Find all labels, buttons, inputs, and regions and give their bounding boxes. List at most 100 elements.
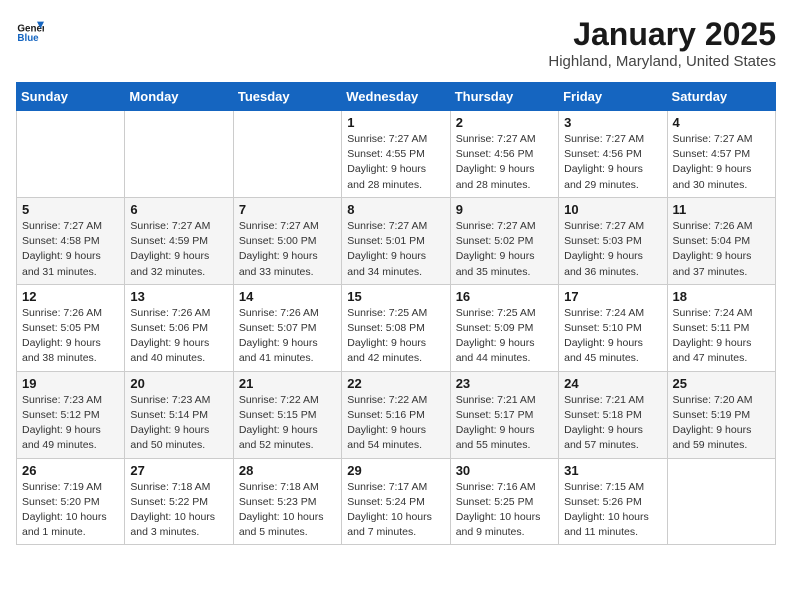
day-info: Sunrise: 7:27 AM Sunset: 4:56 PM Dayligh…: [456, 132, 553, 193]
day-number: 21: [239, 376, 336, 391]
day-number: 16: [456, 289, 553, 304]
day-info: Sunrise: 7:21 AM Sunset: 5:18 PM Dayligh…: [564, 393, 661, 454]
day-info: Sunrise: 7:21 AM Sunset: 5:17 PM Dayligh…: [456, 393, 553, 454]
calendar-cell: 10 Sunrise: 7:27 AM Sunset: 5:03 PM Dayli…: [559, 197, 667, 284]
calendar-cell: 13Sunrise: 7:26 AM Sunset: 5:06 PM Dayli…: [125, 284, 233, 371]
day-info: Sunrise: 7:15 AM Sunset: 5:26 PM Dayligh…: [564, 480, 661, 541]
day-number: 6: [130, 202, 227, 217]
month-title: January 2025: [548, 16, 776, 53]
day-info: Sunrise: 7:27 AM Sunset: 4:57 PM Dayligh…: [673, 132, 770, 193]
calendar-cell: 6Sunrise: 7:27 AM Sunset: 4:59 PM Daylig…: [125, 197, 233, 284]
day-info: Sunrise: 7:26 AM Sunset: 5:04 PM Dayligh…: [673, 219, 770, 280]
weekday-header-saturday: Saturday: [667, 83, 775, 111]
day-number: 7: [239, 202, 336, 217]
weekday-header-sunday: Sunday: [17, 83, 125, 111]
calendar-cell: 1Sunrise: 7:27 AM Sunset: 4:55 PM Daylig…: [342, 111, 450, 198]
day-number: 31: [564, 463, 661, 478]
day-number: 25: [673, 376, 770, 391]
weekday-header-wednesday: Wednesday: [342, 83, 450, 111]
day-number: 10: [564, 202, 661, 217]
calendar-cell: 3 Sunrise: 7:27 AM Sunset: 4:56 PM Daylig…: [559, 111, 667, 198]
day-number: 24: [564, 376, 661, 391]
day-info: Sunrise: 7:27 AM Sunset: 4:56 PM Dayligh…: [564, 132, 661, 193]
week-row-2: 5 Sunrise: 7:27 AM Sunset: 4:58 PM Daylig…: [17, 197, 776, 284]
day-info: Sunrise: 7:24 AM Sunset: 5:11 PM Dayligh…: [673, 306, 770, 367]
calendar-cell: 18 Sunrise: 7:24 AM Sunset: 5:11 PM Dayli…: [667, 284, 775, 371]
day-info: Sunrise: 7:27 AM Sunset: 5:00 PM Dayligh…: [239, 219, 336, 280]
day-info: Sunrise: 7:27 AM Sunset: 5:03 PM Dayligh…: [564, 219, 661, 280]
day-number: 28: [239, 463, 336, 478]
day-number: 12: [22, 289, 119, 304]
title-block: January 2025 Highland, Maryland, United …: [548, 16, 776, 70]
calendar-cell: [17, 111, 125, 198]
calendar-cell: 2 Sunrise: 7:27 AM Sunset: 4:56 PM Daylig…: [450, 111, 558, 198]
calendar-cell: 23 Sunrise: 7:21 AM Sunset: 5:17 PM Dayli…: [450, 371, 558, 458]
day-number: 2: [456, 115, 553, 130]
calendar-cell: [233, 111, 341, 198]
day-number: 19: [22, 376, 119, 391]
day-number: 13: [130, 289, 227, 304]
calendar-cell: 11Sunrise: 7:26 AM Sunset: 5:04 PM Dayli…: [667, 197, 775, 284]
calendar-cell: 24 Sunrise: 7:21 AM Sunset: 5:18 PM Dayli…: [559, 371, 667, 458]
day-info: Sunrise: 7:22 AM Sunset: 5:16 PM Dayligh…: [347, 393, 444, 454]
day-number: 29: [347, 463, 444, 478]
day-number: 22: [347, 376, 444, 391]
day-number: 27: [130, 463, 227, 478]
calendar-table: SundayMondayTuesdayWednesdayThursdayFrid…: [16, 82, 776, 545]
day-info: Sunrise: 7:22 AM Sunset: 5:15 PM Dayligh…: [239, 393, 336, 454]
day-info: Sunrise: 7:26 AM Sunset: 5:05 PM Dayligh…: [22, 306, 119, 367]
calendar-cell: 25 Sunrise: 7:20 AM Sunset: 5:19 PM Dayli…: [667, 371, 775, 458]
calendar-cell: 26Sunrise: 7:19 AM Sunset: 5:20 PM Dayli…: [17, 458, 125, 545]
calendar-cell: 9 Sunrise: 7:27 AM Sunset: 5:02 PM Daylig…: [450, 197, 558, 284]
day-info: Sunrise: 7:27 AM Sunset: 5:02 PM Dayligh…: [456, 219, 553, 280]
weekday-header-friday: Friday: [559, 83, 667, 111]
week-row-5: 26Sunrise: 7:19 AM Sunset: 5:20 PM Dayli…: [17, 458, 776, 545]
day-number: 26: [22, 463, 119, 478]
calendar-cell: 12 Sunrise: 7:26 AM Sunset: 5:05 PM Dayli…: [17, 284, 125, 371]
calendar-cell: 17 Sunrise: 7:24 AM Sunset: 5:10 PM Dayli…: [559, 284, 667, 371]
page-header: General Blue January 2025 Highland, Mary…: [16, 16, 776, 70]
weekday-header-row: SundayMondayTuesdayWednesdayThursdayFrid…: [17, 83, 776, 111]
calendar-cell: 8 Sunrise: 7:27 AM Sunset: 5:01 PM Daylig…: [342, 197, 450, 284]
day-number: 30: [456, 463, 553, 478]
calendar-cell: 7 Sunrise: 7:27 AM Sunset: 5:00 PM Daylig…: [233, 197, 341, 284]
day-info: Sunrise: 7:26 AM Sunset: 5:07 PM Dayligh…: [239, 306, 336, 367]
calendar-cell: 15Sunrise: 7:25 AM Sunset: 5:08 PM Dayli…: [342, 284, 450, 371]
logo: General Blue: [16, 16, 44, 44]
week-row-1: 1Sunrise: 7:27 AM Sunset: 4:55 PM Daylig…: [17, 111, 776, 198]
day-info: Sunrise: 7:25 AM Sunset: 5:09 PM Dayligh…: [456, 306, 553, 367]
day-number: 9: [456, 202, 553, 217]
day-info: Sunrise: 7:16 AM Sunset: 5:25 PM Dayligh…: [456, 480, 553, 541]
logo-icon: General Blue: [16, 16, 44, 44]
day-info: Sunrise: 7:23 AM Sunset: 5:14 PM Dayligh…: [130, 393, 227, 454]
calendar-cell: 4 Sunrise: 7:27 AM Sunset: 4:57 PM Daylig…: [667, 111, 775, 198]
calendar-cell: 30 Sunrise: 7:16 AM Sunset: 5:25 PM Dayli…: [450, 458, 558, 545]
day-number: 8: [347, 202, 444, 217]
calendar-cell: 14 Sunrise: 7:26 AM Sunset: 5:07 PM Dayli…: [233, 284, 341, 371]
svg-text:Blue: Blue: [17, 33, 39, 44]
day-info: Sunrise: 7:24 AM Sunset: 5:10 PM Dayligh…: [564, 306, 661, 367]
day-info: Sunrise: 7:20 AM Sunset: 5:19 PM Dayligh…: [673, 393, 770, 454]
weekday-header-thursday: Thursday: [450, 83, 558, 111]
day-info: Sunrise: 7:25 AM Sunset: 5:08 PM Dayligh…: [347, 306, 444, 367]
day-info: Sunrise: 7:27 AM Sunset: 4:58 PM Dayligh…: [22, 219, 119, 280]
day-info: Sunrise: 7:27 AM Sunset: 4:55 PM Dayligh…: [347, 132, 444, 193]
day-number: 18: [673, 289, 770, 304]
calendar-cell: 29Sunrise: 7:17 AM Sunset: 5:24 PM Dayli…: [342, 458, 450, 545]
calendar-cell: 27Sunrise: 7:18 AM Sunset: 5:22 PM Dayli…: [125, 458, 233, 545]
day-number: 5: [22, 202, 119, 217]
day-number: 14: [239, 289, 336, 304]
calendar-cell: 28Sunrise: 7:18 AM Sunset: 5:23 PM Dayli…: [233, 458, 341, 545]
day-info: Sunrise: 7:27 AM Sunset: 5:01 PM Dayligh…: [347, 219, 444, 280]
day-number: 3: [564, 115, 661, 130]
day-number: 23: [456, 376, 553, 391]
day-number: 17: [564, 289, 661, 304]
calendar-cell: 19 Sunrise: 7:23 AM Sunset: 5:12 PM Dayli…: [17, 371, 125, 458]
calendar-cell: 5 Sunrise: 7:27 AM Sunset: 4:58 PM Daylig…: [17, 197, 125, 284]
day-info: Sunrise: 7:23 AM Sunset: 5:12 PM Dayligh…: [22, 393, 119, 454]
calendar-cell: 16 Sunrise: 7:25 AM Sunset: 5:09 PM Dayli…: [450, 284, 558, 371]
calendar-cell: [667, 458, 775, 545]
day-number: 4: [673, 115, 770, 130]
location-subtitle: Highland, Maryland, United States: [548, 53, 776, 70]
calendar-cell: 21 Sunrise: 7:22 AM Sunset: 5:15 PM Dayli…: [233, 371, 341, 458]
